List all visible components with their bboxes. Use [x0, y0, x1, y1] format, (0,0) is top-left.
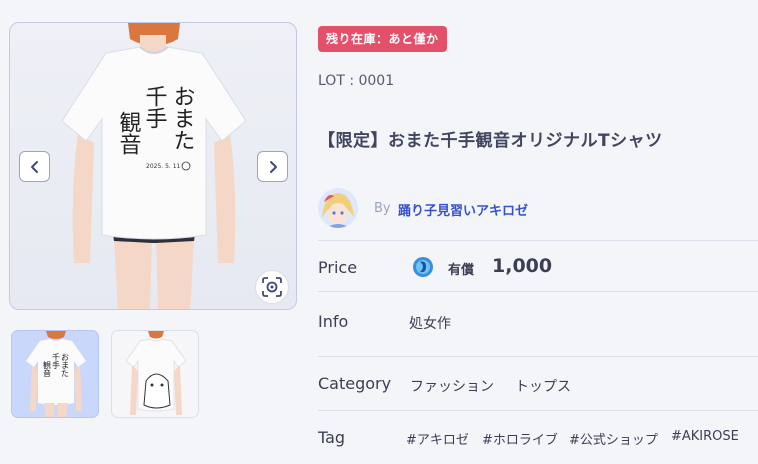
- tag-label: Tag: [318, 428, 346, 447]
- stock-badge: 残り在庫：あと僅か: [318, 26, 447, 52]
- tag-official-shop[interactable]: #公式ショップ: [569, 429, 658, 448]
- product-preview: おまた 千手 観音 2025. 5. 11: [9, 22, 297, 310]
- coin-icon: [412, 256, 434, 282]
- price-value: 1,000: [492, 255, 553, 277]
- tshirt-model-image: おまた 千手 観音 2025. 5. 11: [61, 23, 247, 309]
- category-label: Category: [318, 374, 392, 393]
- divider: [318, 356, 758, 357]
- ar-view-icon: [262, 277, 282, 297]
- category-tops[interactable]: トップス: [515, 376, 571, 396]
- shirt-print-line3: 観音: [116, 111, 142, 155]
- price-label: Price: [318, 258, 358, 277]
- shirt-print-line2: 千手: [142, 85, 167, 129]
- price-type: 有償: [448, 263, 475, 278]
- divider: [318, 240, 758, 241]
- info-value: 処女作: [409, 316, 451, 332]
- by-label: By: [374, 201, 391, 216]
- next-image-button[interactable]: [257, 151, 288, 182]
- product-title: 【限定】おまた千手観音オリジナルTシャツ: [318, 131, 663, 151]
- shirt-print-date: 2025. 5. 11: [146, 163, 181, 170]
- creator-name-link[interactable]: 踊り子見習いアキロゼ: [398, 200, 528, 219]
- ar-view-button[interactable]: [255, 270, 289, 304]
- tag-akirose-en[interactable]: #AKIROSE: [671, 429, 739, 444]
- tag-akirose[interactable]: #アキロゼ: [406, 429, 469, 448]
- thumbnail-front-image: おまた 千手 観音: [26, 331, 86, 417]
- avatar-image: [318, 188, 358, 228]
- divider: [318, 291, 758, 292]
- thumbnail-front[interactable]: おまた 千手 観音: [11, 330, 99, 418]
- category-fashion[interactable]: ファッション: [410, 376, 494, 396]
- thumbnail-back-image: [125, 331, 187, 415]
- lot-number: LOT : 0001: [318, 73, 395, 89]
- tag-hololive[interactable]: #ホロライブ: [482, 429, 558, 448]
- prev-image-button[interactable]: [19, 151, 50, 182]
- svg-text:千手: 千手: [52, 352, 61, 370]
- chevron-right-icon: [269, 160, 277, 173]
- svg-text:おまた: おまた: [61, 353, 70, 377]
- divider: [318, 410, 758, 411]
- creator-avatar[interactable]: [318, 188, 358, 228]
- svg-text:観音: 観音: [43, 360, 52, 378]
- info-label: Info: [318, 312, 349, 331]
- chevron-left-icon: [30, 160, 38, 173]
- thumbnail-back[interactable]: [111, 330, 199, 418]
- shirt-print-line1: おまた: [170, 85, 195, 151]
